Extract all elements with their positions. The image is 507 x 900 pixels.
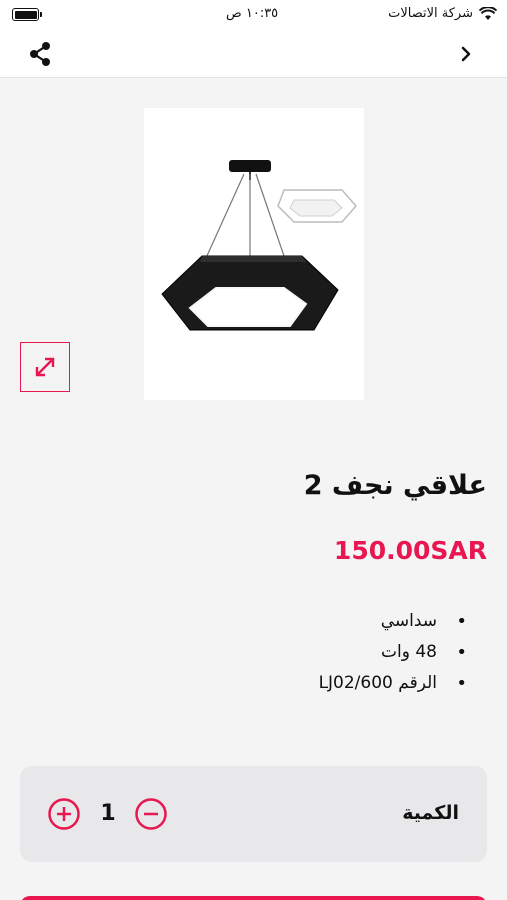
wifi-icon	[479, 6, 497, 20]
product-price: 150.00SAR	[333, 536, 487, 565]
plus-circle-icon	[48, 798, 80, 830]
chandelier-image	[161, 160, 357, 331]
status-bar: شركة الاتصالات ١٠:٣٥ ص	[0, 0, 507, 30]
status-carrier-group: شركة الاتصالات	[388, 6, 497, 21]
feature-list: سداسي 48 وات الرقم LJ02/600	[227, 606, 467, 699]
product-image[interactable]	[144, 108, 364, 400]
back-button[interactable]	[455, 42, 477, 66]
share-button[interactable]	[26, 40, 54, 68]
quantity-label: الكمية	[402, 802, 459, 824]
quantity-increase-button[interactable]	[47, 797, 81, 831]
status-time: ١٠:٣٥ ص	[226, 6, 279, 21]
carrier-name: شركة الاتصالات	[388, 6, 473, 21]
quantity-decrease-button[interactable]	[134, 797, 168, 831]
expand-icon	[35, 357, 55, 377]
share-icon	[30, 42, 50, 66]
quantity-card: الكمية 1	[20, 766, 487, 862]
app-bar	[0, 30, 507, 78]
product-title: علاقي نجف 2	[303, 470, 487, 501]
feature-item: 48 وات	[227, 637, 467, 668]
minus-circle-icon	[135, 798, 167, 830]
battery-icon	[12, 8, 42, 21]
chevron-right-icon	[461, 46, 471, 62]
feature-item: الرقم LJ02/600	[227, 668, 467, 699]
quantity-value: 1	[100, 801, 116, 826]
expand-image-button[interactable]	[20, 342, 70, 392]
add-to-cart-button[interactable]	[20, 896, 487, 900]
feature-item: سداسي	[227, 606, 467, 637]
